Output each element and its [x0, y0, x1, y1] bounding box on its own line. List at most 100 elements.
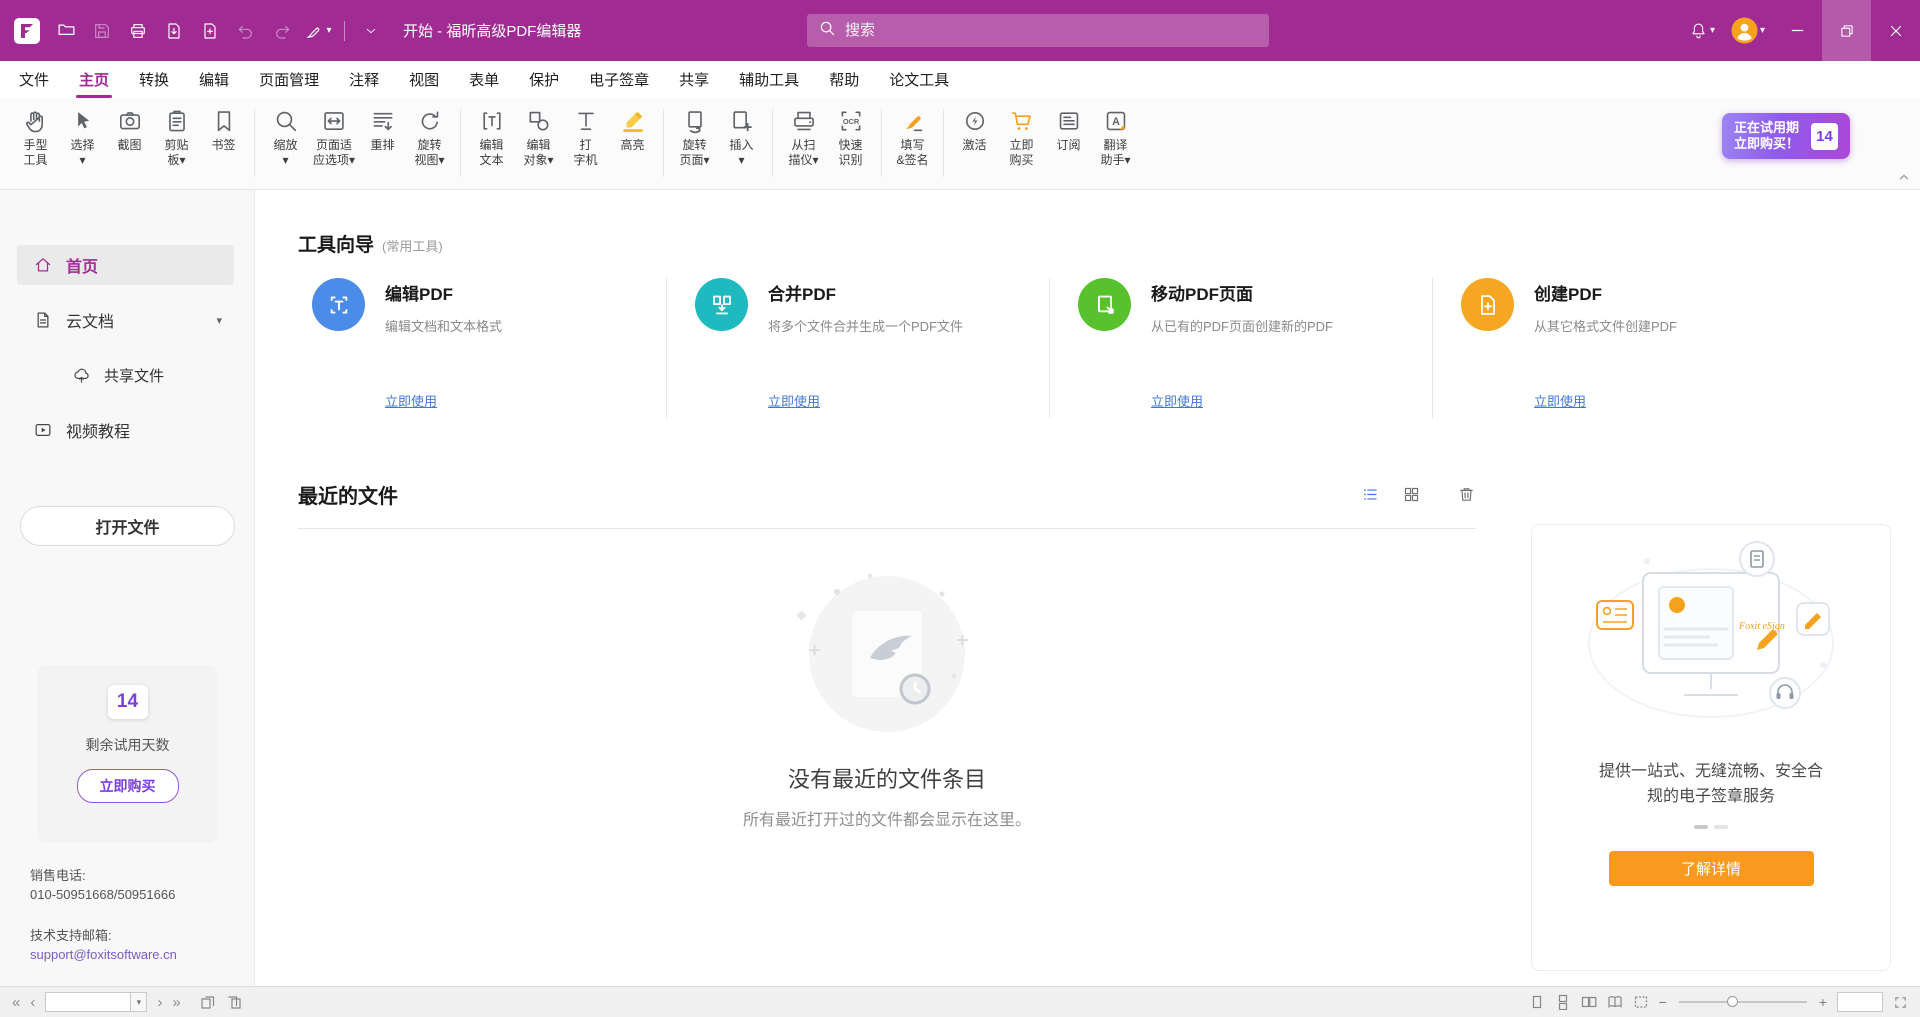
card-merge-pdf[interactable]: 合并PDF 将多个文件合并生成一个PDF文件 立即使用 — [667, 278, 1050, 418]
ribbon-fill-sign[interactable]: 填写 &签名 — [889, 105, 936, 170]
search-box[interactable] — [807, 14, 1269, 47]
ribbon-hand-tool[interactable]: 手型 工具 — [12, 105, 59, 170]
collapse-ribbon-button[interactable] — [1898, 168, 1910, 186]
trial-banner[interactable]: 正在试用期 立即购买！ 14 — [1722, 113, 1850, 159]
ribbon-from-scanner[interactable]: 从扫 描仪▾ — [780, 105, 827, 170]
ribbon-bookmark[interactable]: 书签 — [200, 105, 247, 155]
ribbon-select[interactable]: 选择 ▾ — [59, 105, 106, 170]
carousel-dot[interactable] — [1714, 825, 1728, 829]
save-icon[interactable] — [86, 15, 118, 47]
export-pdf-icon[interactable] — [158, 15, 190, 47]
open-file-button[interactable]: 打开文件 — [20, 506, 235, 546]
card-move-pdf-pages[interactable]: 移动PDF页面 从已有的PDF页面创建新的PDF 立即使用 — [1050, 278, 1433, 418]
zoom-out-button[interactable]: − — [1659, 994, 1667, 1010]
caret-down-icon[interactable]: ▾ — [216, 314, 222, 327]
menu-view[interactable]: 视图 — [394, 61, 454, 98]
ribbon-translate-assistant[interactable]: A 翻译 助手▾ — [1092, 105, 1139, 170]
ribbon-rotate-pages[interactable]: 旋转 页面▾ — [671, 105, 718, 170]
esign-pen-icon[interactable]: ▾ — [302, 15, 334, 47]
menu-convert[interactable]: 转换 — [124, 61, 184, 98]
carousel-dot-active[interactable] — [1694, 825, 1708, 829]
sidebar-item-video-tutorials[interactable]: 视频教程 — [17, 410, 234, 450]
zoom-percent-input[interactable] — [1837, 992, 1883, 1012]
zoom-in-button[interactable]: + — [1819, 994, 1827, 1010]
page-caret-button[interactable]: ▾ — [131, 992, 147, 1012]
notifications-bell-icon[interactable]: ▾ — [1681, 11, 1723, 51]
search-input[interactable] — [845, 22, 1257, 39]
learn-more-button[interactable]: 了解详情 — [1609, 851, 1814, 886]
menu-protect[interactable]: 保护 — [514, 61, 574, 98]
ribbon-typewriter[interactable]: 打 字机 — [562, 105, 609, 170]
support-email-link[interactable]: support@foxitsoftware.cn — [30, 945, 177, 964]
last-page-button[interactable]: » — [172, 995, 180, 1010]
undo-icon[interactable] — [230, 15, 262, 47]
menu-comment[interactable]: 注释 — [334, 61, 394, 98]
page-number-input[interactable] — [45, 992, 131, 1012]
card-create-pdf[interactable]: 创建PDF 从其它格式文件创建PDF 立即使用 — [1433, 278, 1816, 418]
minimize-button[interactable] — [1773, 0, 1822, 61]
zoom-slider-thumb[interactable] — [1727, 996, 1738, 1007]
ribbon-buy-now[interactable]: 立即 购买 — [998, 105, 1045, 170]
menu-esign[interactable]: 电子签章 — [574, 61, 664, 98]
next-page-button[interactable]: › — [157, 995, 162, 1010]
ribbon-insert[interactable]: 插入 ▾ — [718, 105, 765, 170]
list-view-button[interactable] — [1361, 485, 1380, 504]
menu-file[interactable]: 文件 — [4, 61, 64, 98]
menu-help[interactable]: 帮助 — [814, 61, 874, 98]
ribbon-label: 旋转 页面▾ — [680, 138, 710, 168]
clear-recent-trash-button[interactable] — [1457, 485, 1476, 504]
first-page-button[interactable]: « — [12, 995, 20, 1010]
activate-icon — [962, 107, 988, 135]
card-desc: 编辑文档和文本格式 — [385, 316, 502, 335]
redo-icon[interactable] — [266, 15, 298, 47]
ribbon-highlight[interactable]: 高亮 — [609, 105, 656, 155]
menu-home[interactable]: 主页 — [64, 61, 124, 98]
next-view-button[interactable] — [226, 994, 243, 1011]
menu-form[interactable]: 表单 — [454, 61, 514, 98]
previous-view-button[interactable] — [199, 994, 216, 1011]
ribbon-quick-ocr[interactable]: OCR 快速 识别 — [827, 105, 874, 170]
split-view-button[interactable] — [1633, 994, 1649, 1010]
use-now-link[interactable]: 立即使用 — [1534, 391, 1586, 410]
account-avatar[interactable]: ▾ — [1723, 11, 1773, 51]
menu-share[interactable]: 共享 — [664, 61, 724, 98]
use-now-link[interactable]: 立即使用 — [1151, 391, 1203, 410]
close-button[interactable] — [1871, 0, 1920, 61]
ribbon-reflow[interactable]: 重排 — [359, 105, 406, 155]
ribbon-edit-object[interactable]: 编辑 对象▾ — [515, 105, 562, 170]
book-view-button[interactable] — [1607, 994, 1623, 1010]
print-icon[interactable] — [122, 15, 154, 47]
open-file-icon[interactable] — [50, 15, 82, 47]
ribbon-separator — [943, 109, 944, 177]
sidebar-item-home[interactable]: 首页 — [17, 245, 234, 285]
menu-edit[interactable]: 编辑 — [184, 61, 244, 98]
use-now-link[interactable]: 立即使用 — [768, 391, 820, 410]
restore-button[interactable] — [1822, 0, 1871, 61]
ribbon-fit-options[interactable]: 页面适 应选项▾ — [309, 105, 359, 170]
card-edit-pdf[interactable]: 编辑PDF 编辑文档和文本格式 立即使用 — [298, 278, 667, 418]
ribbon-rotate-view[interactable]: 旋转 视图▾ — [406, 105, 453, 170]
ribbon-activate[interactable]: 激活 — [951, 105, 998, 155]
grid-view-button[interactable] — [1402, 485, 1421, 504]
ribbon-label: 打 字机 — [574, 138, 598, 168]
continuous-view-button[interactable] — [1555, 994, 1571, 1010]
sidebar-item-cloud-docs[interactable]: 云文档 ▾ — [17, 300, 234, 340]
ribbon-snapshot[interactable]: 截图 — [106, 105, 153, 155]
single-page-view-button[interactable] — [1529, 994, 1545, 1010]
fullscreen-button[interactable] — [1893, 995, 1908, 1010]
ribbon-clipboard[interactable]: 剪贴 板▾ — [153, 105, 200, 170]
ribbon-zoom[interactable]: 缩放 ▾ — [262, 105, 309, 170]
menu-page-manage[interactable]: 页面管理 — [244, 61, 334, 98]
prev-page-button[interactable]: ‹ — [30, 995, 35, 1010]
ribbon-subscribe[interactable]: 订阅 — [1045, 105, 1092, 155]
menu-paper-tools[interactable]: 论文工具 — [874, 61, 964, 98]
ribbon-edit-text[interactable]: 编辑 文本 — [468, 105, 515, 170]
sidebar-item-shared-files[interactable]: 共享文件 — [17, 355, 234, 395]
menu-accessibility[interactable]: 辅助工具 — [724, 61, 814, 98]
zoom-slider[interactable] — [1679, 1001, 1807, 1003]
customize-toolbar-chevron-icon[interactable] — [355, 15, 387, 47]
use-now-link[interactable]: 立即使用 — [385, 391, 437, 410]
create-doc-icon[interactable] — [194, 15, 226, 47]
buy-now-button[interactable]: 立即购买 — [77, 769, 179, 803]
facing-view-button[interactable] — [1581, 994, 1597, 1010]
